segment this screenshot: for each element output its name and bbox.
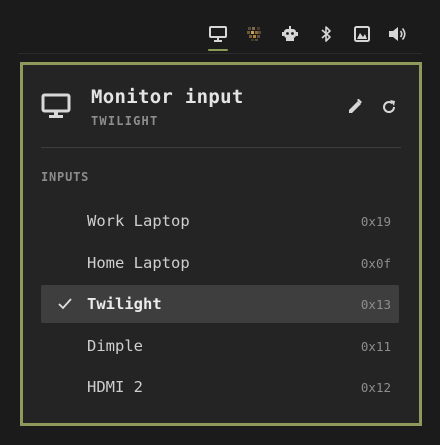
image-icon xyxy=(354,26,370,42)
inputs-section-label: INPUTS xyxy=(41,170,90,184)
tray-robot-button[interactable] xyxy=(272,20,308,48)
monitor-icon xyxy=(41,93,71,123)
input-name: Twilight xyxy=(87,295,162,313)
input-code: 0x11 xyxy=(360,338,391,354)
header-actions xyxy=(345,97,399,117)
panel-title: Monitor input xyxy=(91,86,244,108)
panel-header: Monitor input TWILIGHT xyxy=(23,65,419,147)
input-item-home-laptop[interactable]: Home Laptop 0x0f xyxy=(41,244,399,282)
input-code: 0x12 xyxy=(360,380,391,395)
input-item-dimple[interactable]: Dimple 0x11 xyxy=(41,327,399,365)
input-item-hdmi-2[interactable]: HDMI 2 0x12 xyxy=(41,368,399,406)
checkmark-icon xyxy=(58,298,72,310)
pixel-avatar-icon xyxy=(247,27,261,41)
header-divider xyxy=(41,147,401,148)
monitor-input-panel: Monitor input TWILIGHT INPUTS Work Lapto… xyxy=(20,62,422,426)
inputs-list: Work Laptop 0x19 Home Laptop 0x0f Twilig… xyxy=(41,202,399,410)
tray-bluetooth-button[interactable] xyxy=(308,20,344,48)
tray-icons xyxy=(200,20,416,51)
input-name: HDMI 2 xyxy=(87,378,143,396)
tray-volume-button[interactable] xyxy=(380,20,416,48)
bluetooth-icon xyxy=(321,26,331,42)
input-code: 0x0f xyxy=(360,255,391,271)
input-name: Work Laptop xyxy=(87,212,190,230)
top-separator xyxy=(18,53,422,54)
input-code: 0x19 xyxy=(360,214,391,229)
tray-monitor-button[interactable] xyxy=(200,20,236,51)
monitor-icon xyxy=(209,26,227,42)
refresh-button[interactable] xyxy=(379,97,399,117)
volume-icon xyxy=(389,27,406,41)
panel-subtitle: TWILIGHT xyxy=(91,114,159,128)
input-item-twilight[interactable]: Twilight 0x13 xyxy=(41,285,399,323)
tray-avatar-button[interactable] xyxy=(236,20,272,48)
edit-icon xyxy=(349,99,362,113)
input-code: 0x13 xyxy=(360,297,391,312)
input-name: Home Laptop xyxy=(87,253,190,272)
input-name: Dimple xyxy=(87,336,143,355)
robot-icon xyxy=(282,26,298,41)
refresh-icon xyxy=(383,100,396,113)
system-tray-bar xyxy=(0,0,440,52)
edit-button[interactable] xyxy=(345,97,365,117)
tray-image-button[interactable] xyxy=(344,20,380,48)
input-item-work-laptop[interactable]: Work Laptop 0x19 xyxy=(41,202,399,240)
